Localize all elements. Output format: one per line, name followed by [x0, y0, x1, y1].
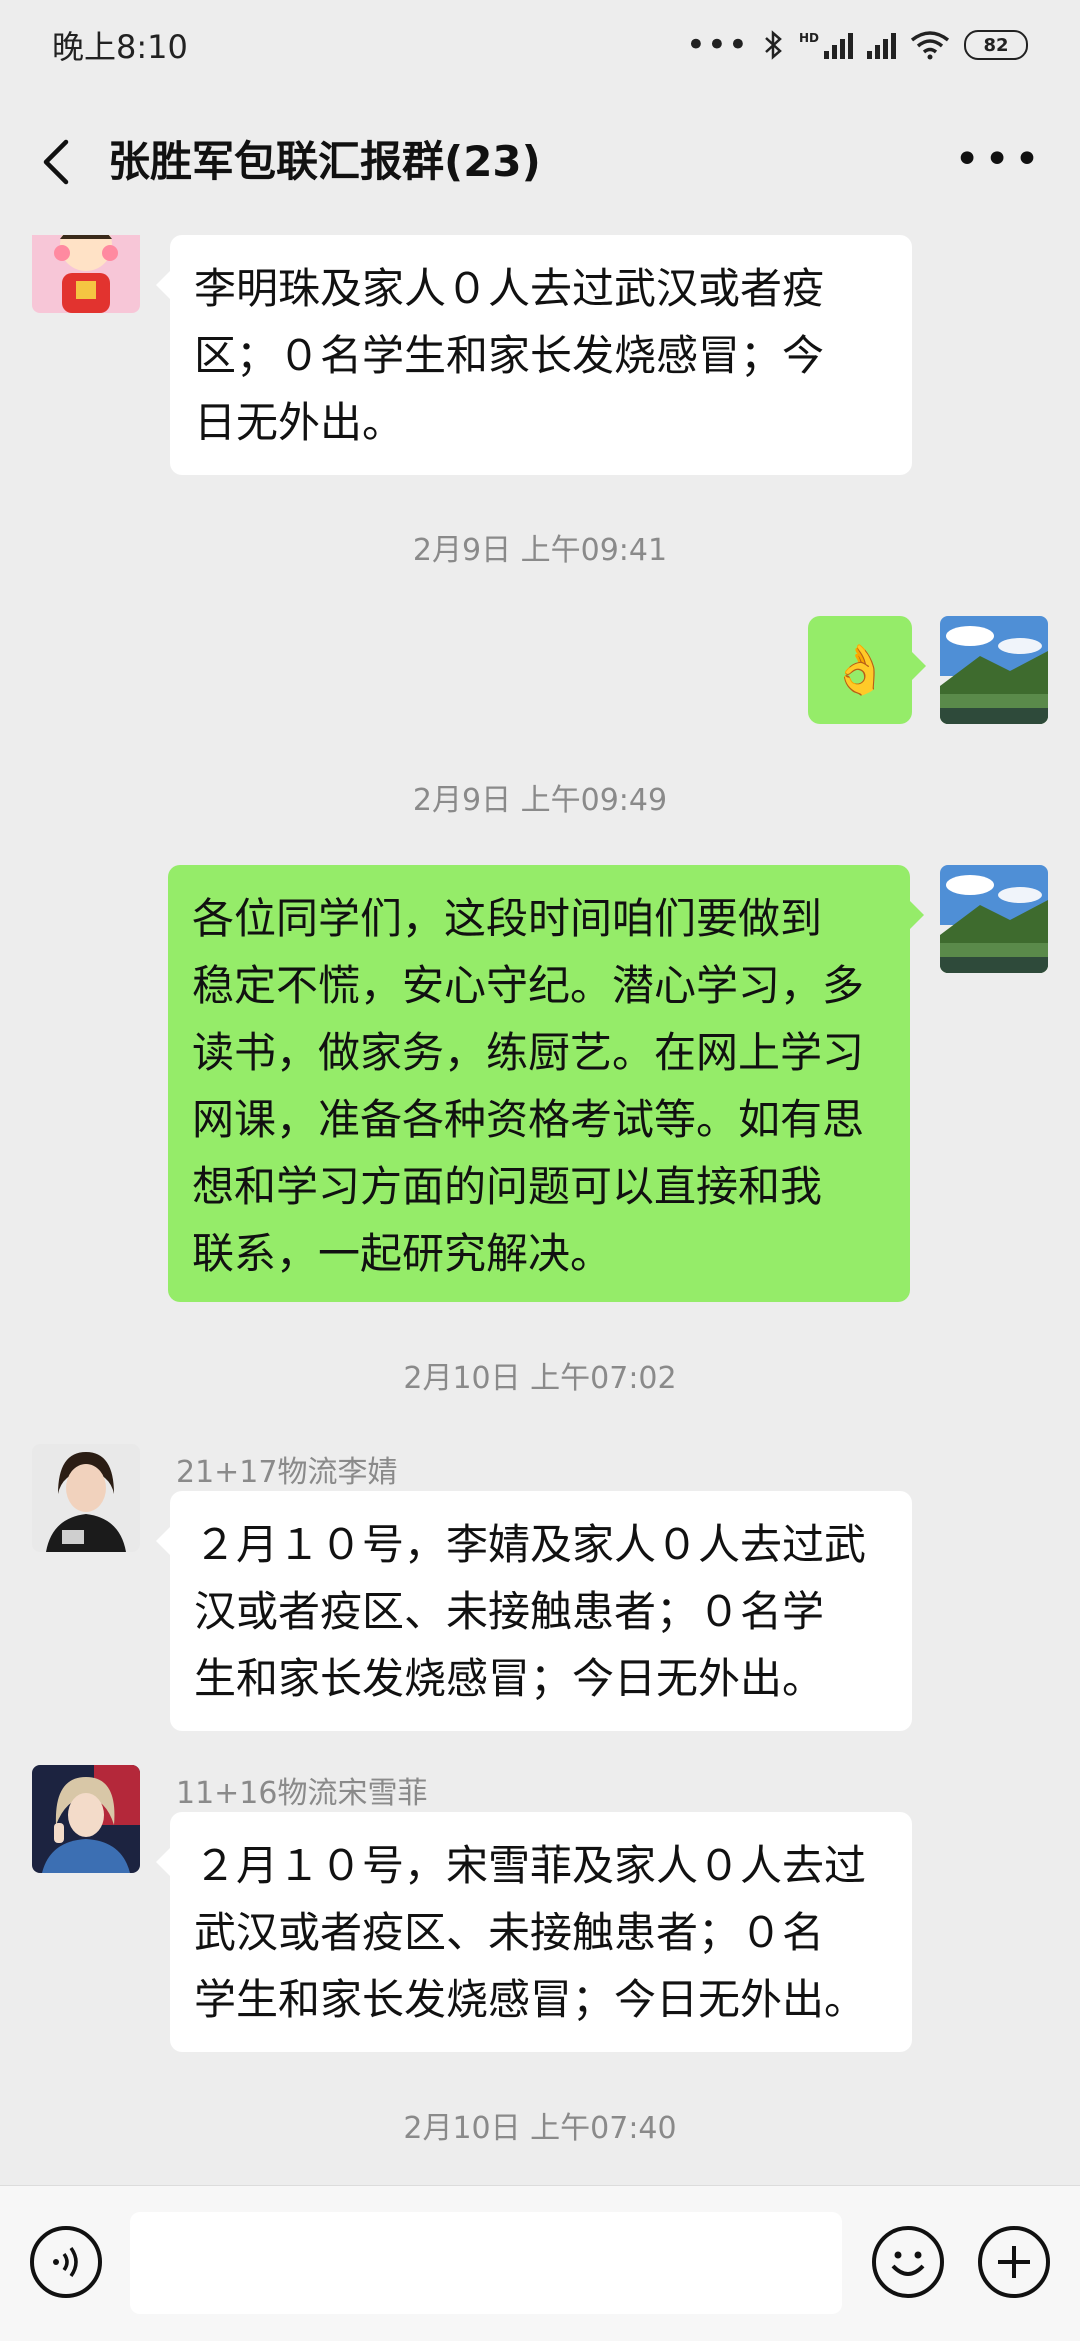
input-bar [0, 2185, 1080, 2341]
avatar[interactable] [32, 1765, 140, 1873]
message-line: 生和家长发烧感冒；今日无外出。 [194, 1654, 825, 1703]
message-line: 稳定不慌，安心守纪。潜心学习，多 [192, 961, 865, 1010]
hd-label: HD [798, 31, 819, 45]
signal-icon [867, 31, 896, 59]
timestamp: 2月10日 上午07:02 [403, 1361, 677, 1396]
status-icons: ••• HD 82 [686, 25, 1028, 65]
message-line: 各位同学们，这段时间咱们要做到 [192, 894, 823, 943]
bluetooth-icon [765, 30, 782, 60]
message-line: 学生和家长发烧感冒；今日无外出。 [194, 1975, 867, 2024]
back-arrow-icon[interactable] [36, 132, 76, 192]
message-bubble-sent[interactable]: 各位同学们，这段时间咱们要做到 稳定不慌，安心守纪。潜心学习，多 读书，做家务，… [168, 865, 924, 1302]
avatar[interactable] [32, 235, 140, 313]
message-line: 日无外出。 [194, 398, 405, 447]
status-time: 晚上8:10 [52, 28, 188, 66]
emoji-icon[interactable] [872, 2226, 944, 2298]
more-options-icon[interactable]: ••• [954, 138, 1044, 182]
plus-icon[interactable] [978, 2226, 1050, 2298]
message-line: 想和学习方面的问题可以直接和我 [192, 1162, 823, 1211]
message-line: 读书，做家务，练厨艺。在网上学习 [192, 1028, 865, 1077]
wifi-icon [910, 31, 950, 60]
sender-name: 11+16物流宋雪菲 [176, 1776, 428, 1811]
message-bubble-received[interactable]: ２月１０号，李婧及家人０人去过武 汉或者疫区、未接触患者；０名学 生和家长发烧感… [156, 1491, 912, 1731]
timestamp: 2月9日 上午09:41 [412, 533, 668, 568]
battery-indicator: 82 [964, 30, 1028, 60]
message-line: 联系，一起研究解决。 [192, 1229, 613, 1278]
message-line: 汉或者疫区、未接触患者；０名学 [194, 1587, 825, 1636]
signal-hd-icon: HD [799, 31, 853, 59]
message-line: ２月１０号，宋雪菲及家人０人去过 [194, 1841, 867, 1890]
more-notifications-icon: ••• [685, 25, 749, 65]
message-line: 区；０名学生和家长发烧感冒；今 [194, 331, 825, 380]
chat-title: 张胜军包联汇报群(23) [108, 137, 541, 186]
message-bubble-received[interactable]: 李明珠及家人０人去过武汉或者疫 区；０名学生和家长发烧感冒；今 日无外出。 [156, 235, 912, 475]
message-input[interactable] [130, 2212, 842, 2314]
avatar[interactable] [940, 616, 1048, 724]
avatar[interactable] [32, 1444, 140, 1552]
message-line: 网课，准备各种资格考试等。如有思 [192, 1095, 865, 1144]
sender-name: 21+17物流李婧 [176, 1455, 398, 1490]
chat-header: 张胜军包联汇报群(23) ••• [0, 90, 1080, 235]
status-bar: 晚上8:10 ••• HD 82 [0, 0, 1080, 90]
ok-hand-emoji-icon: 👌 [830, 641, 890, 698]
message-bubble-received[interactable]: ２月１０号，宋雪菲及家人０人去过 武汉或者疫区、未接触患者；０名 学生和家长发烧… [156, 1812, 912, 2052]
chat-messages[interactable]: 李明珠及家人０人去过武汉或者疫 区；０名学生和家长发烧感冒；今 日无外出。 2月… [0, 235, 1080, 2185]
timestamp: 2月9日 上午09:49 [412, 783, 668, 818]
voice-icon[interactable] [30, 2226, 102, 2298]
message-bubble-sent[interactable]: 👌 [808, 616, 926, 724]
timestamp: 2月10日 上午07:40 [403, 2111, 677, 2146]
message-line: 李明珠及家人０人去过武汉或者疫 [194, 264, 825, 313]
avatar[interactable] [940, 865, 1048, 973]
message-line: 武汉或者疫区、未接触患者；０名 [194, 1908, 825, 1957]
message-line: ２月１０号，李婧及家人０人去过武 [194, 1520, 867, 1569]
